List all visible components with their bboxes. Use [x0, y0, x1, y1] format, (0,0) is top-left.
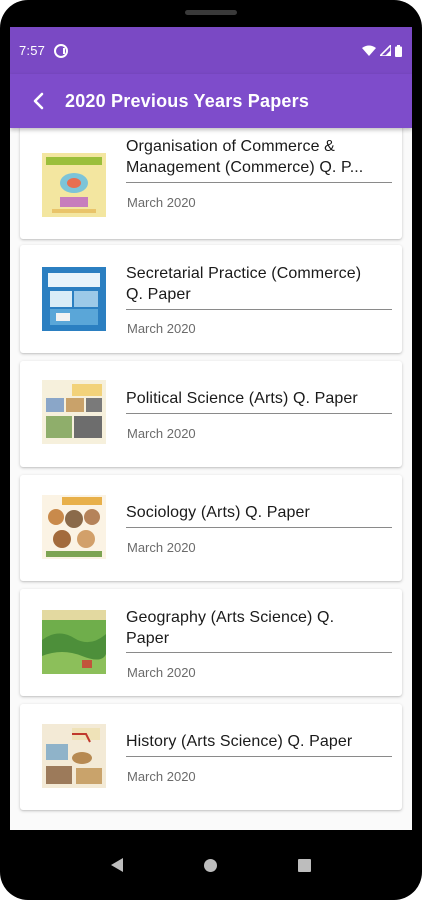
paper-cover-thumbnail [42, 267, 106, 331]
paper-title-line: Paper [126, 630, 170, 647]
paper-title-line: Q. Paper [126, 286, 191, 303]
paper-card-sociology[interactable]: Sociology (Arts) Q. Paper March 2020 [20, 475, 402, 581]
divider [126, 756, 392, 757]
paper-title-line: History (Arts Science) Q. Paper [126, 733, 353, 750]
divider [126, 182, 392, 183]
nav-back-icon[interactable] [110, 858, 123, 872]
speaker-grille [185, 10, 237, 15]
paper-cover-thumbnail [42, 153, 106, 217]
phone-frame: 7:57 2020 Previous Years Papers Organisa… [0, 0, 422, 900]
status-time: 7:57 [19, 43, 46, 58]
paper-title: Organisation of Commerce & Management (C… [126, 136, 392, 178]
paper-card-history[interactable]: History (Arts Science) Q. Paper March 20… [20, 704, 402, 810]
paper-title: History (Arts Science) Q. Paper [126, 731, 392, 752]
page-title: 2020 Previous Years Papers [65, 90, 310, 111]
paper-title-line: Organisation of Commerce & [126, 138, 335, 155]
paper-date: March 2020 [127, 540, 196, 555]
back-button[interactable] [26, 89, 50, 113]
signal-icon [380, 45, 391, 56]
app-screen: 7:57 2020 Previous Years Papers Organisa… [10, 27, 412, 830]
divider [126, 652, 392, 653]
paper-title: Geography (Arts Science) Q. Paper [126, 607, 392, 649]
paper-card-geography[interactable]: Geography (Arts Science) Q. Paper March … [20, 589, 402, 696]
paper-date: March 2020 [127, 426, 196, 441]
paper-title-line: Geography (Arts Science) Q. [126, 609, 335, 626]
battery-icon [395, 44, 402, 57]
paper-card-secretarial-practice[interactable]: Secretarial Practice (Commerce) Q. Paper… [20, 245, 402, 353]
paper-date: March 2020 [127, 665, 196, 680]
paper-title: Sociology (Arts) Q. Paper [126, 502, 392, 523]
divider [126, 527, 392, 528]
paper-date: March 2020 [127, 195, 196, 210]
nav-recents-icon[interactable] [298, 858, 312, 872]
divider [126, 309, 392, 310]
paper-cover-thumbnail [42, 610, 106, 674]
paper-date: March 2020 [127, 321, 196, 336]
paper-date: March 2020 [127, 769, 196, 784]
paper-title: Political Science (Arts) Q. Paper [126, 388, 392, 409]
paper-card-organisation-of-commerce[interactable]: Organisation of Commerce & Management (C… [20, 116, 402, 239]
paper-cover-thumbnail [42, 724, 106, 788]
paper-cover-thumbnail [42, 380, 106, 444]
back-arrow-icon [33, 92, 44, 110]
system-nav-bar [0, 830, 422, 900]
paper-card-political-science[interactable]: Political Science (Arts) Q. Paper March … [20, 361, 402, 467]
app-bar: 2020 Previous Years Papers [10, 74, 412, 128]
wifi-icon [362, 45, 376, 56]
paper-title-line: Political Science (Arts) Q. Paper [126, 390, 358, 407]
paper-title: Secretarial Practice (Commerce) Q. Paper [126, 263, 392, 305]
nav-home-icon[interactable] [203, 858, 217, 872]
paper-cover-thumbnail [42, 495, 106, 559]
app-notification-icon [54, 43, 69, 58]
paper-title-line: Management (Commerce) Q. P... [126, 159, 364, 176]
status-bar: 7:57 [10, 27, 412, 74]
status-icons [362, 44, 402, 57]
paper-title-line: Sociology (Arts) Q. Paper [126, 504, 310, 521]
paper-title-line: Secretarial Practice (Commerce) [126, 265, 362, 282]
divider [126, 413, 392, 414]
